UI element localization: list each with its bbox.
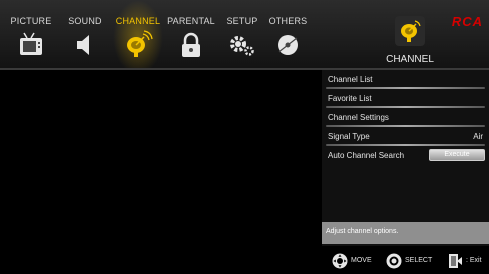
dpad-icon [332, 253, 348, 269]
tab-sound[interactable]: SOUND [60, 0, 110, 68]
menu-item-favorite-list[interactable]: Favorite List [322, 89, 489, 108]
menu-item-label: Channel List [328, 75, 373, 84]
exit-door-icon [449, 254, 462, 268]
hint-select: SELECT [386, 253, 440, 269]
lock-icon [182, 32, 200, 57]
tab-picture-label: PICTURE [10, 16, 52, 26]
menu-item-label: Signal Type [328, 132, 370, 141]
footer-hints: MOVE SELECT : Exit [322, 246, 489, 274]
tab-setup-label: SETUP [226, 16, 258, 26]
satellite-dish-icon [395, 16, 425, 46]
brand-logo: RCA [451, 14, 483, 29]
tv-icon [20, 32, 42, 55]
menu-item-auto-channel-search[interactable]: Auto Channel Search Execute [322, 146, 489, 165]
tab-channel[interactable]: CHANNEL [113, 0, 163, 68]
tab-setup[interactable]: SETUP [220, 0, 264, 68]
help-text: Adjust channel options. [326, 228, 399, 235]
satellite-dish-icon [127, 30, 153, 57]
tab-parental-label: PARENTAL [167, 16, 215, 26]
select-button-icon [386, 253, 402, 269]
help-box: Adjust channel options. [322, 222, 489, 244]
top-menu-bar: PICTURE SOUND CHANNEL PARENTAL SETUP OTH… [0, 0, 489, 70]
current-section-badge: CHANNEL [375, 16, 445, 68]
hint-move: MOVE [332, 253, 380, 269]
hint-select-label: SELECT [405, 257, 433, 264]
speaker-icon [77, 35, 89, 55]
hint-exit: : Exit [448, 253, 488, 269]
tab-parental[interactable]: PARENTAL [163, 0, 219, 68]
tab-picture[interactable]: PICTURE [5, 0, 57, 68]
tab-others[interactable]: OTHERS [265, 0, 311, 68]
signal-type-value: Air [473, 132, 483, 141]
hint-move-label: MOVE [351, 257, 372, 264]
tab-sound-label: SOUND [68, 16, 102, 26]
tab-channel-label: CHANNEL [115, 16, 161, 26]
tab-others-label: OTHERS [268, 16, 308, 26]
hint-exit-label: : Exit [466, 257, 482, 264]
menu-item-signal-type[interactable]: Signal Type Air [322, 127, 489, 146]
badge-label: CHANNEL [386, 54, 434, 65]
disc-icon [278, 35, 298, 55]
menu-item-label: Channel Settings [328, 113, 389, 122]
menu-item-channel-settings[interactable]: Channel Settings [322, 108, 489, 127]
execute-button[interactable]: Execute [429, 149, 485, 161]
menu-item-label: Auto Channel Search [328, 151, 405, 160]
menu-item-label: Favorite List [328, 94, 372, 103]
menu-item-channel-list[interactable]: Channel List [322, 70, 489, 89]
gears-icon [230, 36, 254, 56]
